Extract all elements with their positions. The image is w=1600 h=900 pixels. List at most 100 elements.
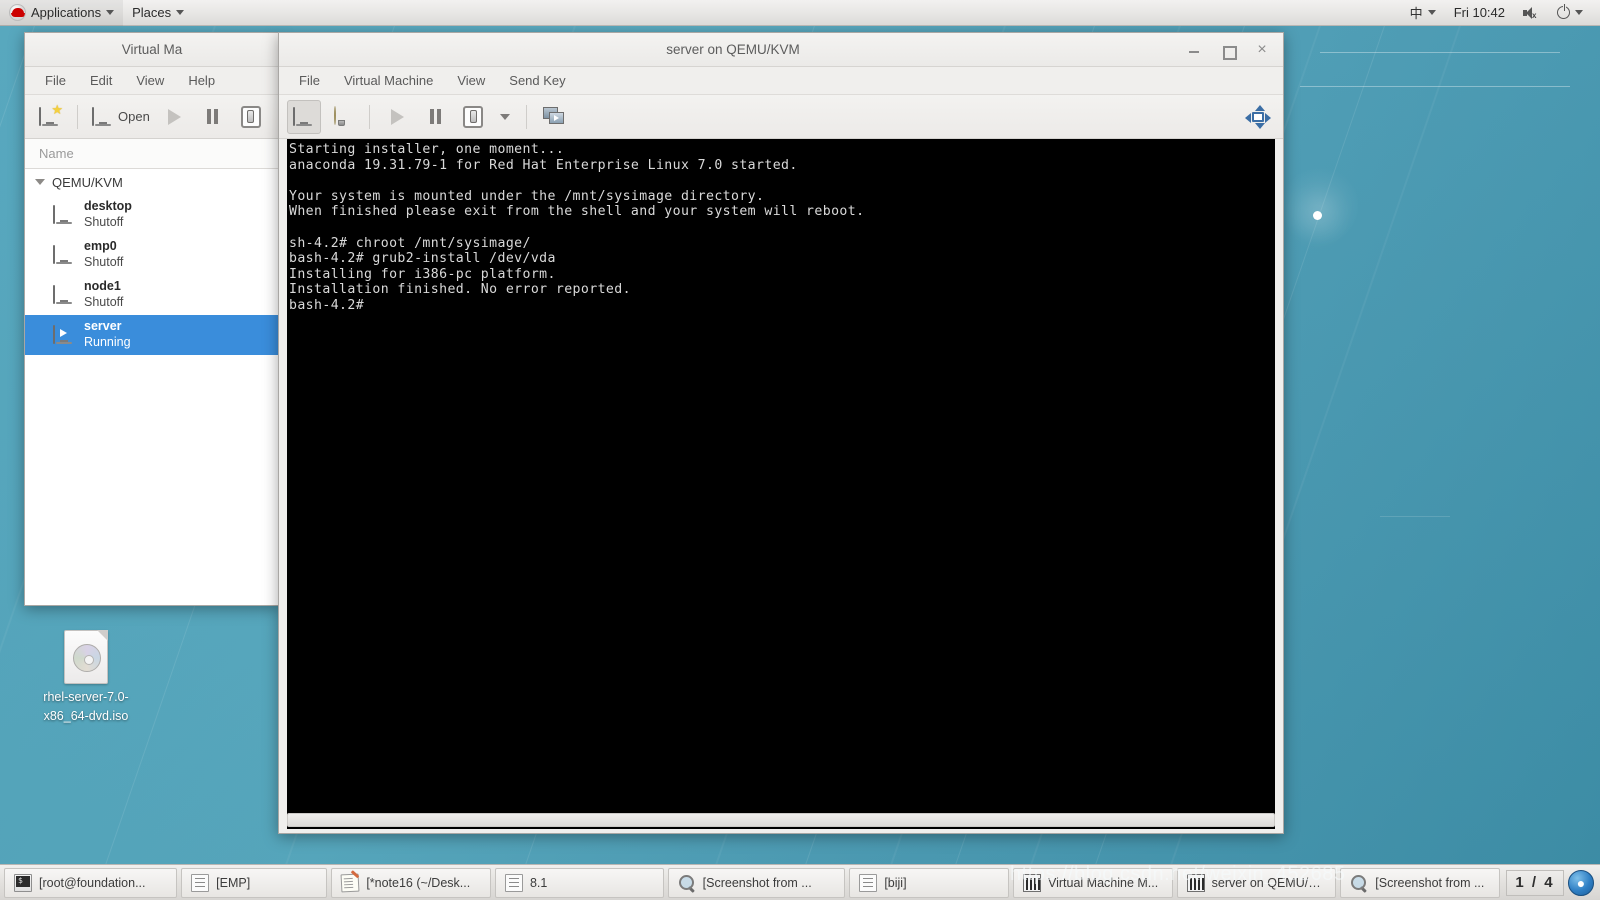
system-menu[interactable] xyxy=(1548,0,1592,26)
tray-blue-circle-icon[interactable]: ● xyxy=(1567,869,1594,896)
toolbar-divider xyxy=(77,104,78,129)
workspace-switcher[interactable]: 1 / 4 xyxy=(1505,869,1564,896)
vmm-window-title: Virtual Ma xyxy=(121,42,183,57)
snapshots-icon xyxy=(543,106,565,127)
vm-state: Shutoff xyxy=(84,255,124,269)
toolbar-divider xyxy=(369,104,370,129)
screenshot-icon xyxy=(678,874,696,892)
run-button[interactable] xyxy=(380,100,414,134)
taskbar: [root@foundation... [EMP] [*note16 (~/De… xyxy=(0,864,1600,900)
vm-list-item-node1[interactable]: node1 Shutoff xyxy=(25,275,279,315)
viewer-toolbar xyxy=(279,95,1283,139)
toolbar-divider xyxy=(526,104,527,129)
pause-icon xyxy=(429,109,441,124)
vm-monitor-icon xyxy=(53,205,75,224)
shutdown-icon xyxy=(463,105,483,128)
new-vm-icon: ★ xyxy=(39,103,63,126)
taskbar-item-server-viewer[interactable]: server on QEMU/K... xyxy=(1176,867,1337,898)
vmm-shutdown-button[interactable] xyxy=(234,100,268,134)
open-vm-button[interactable]: Open xyxy=(88,100,154,134)
taskbar-item-note16[interactable]: [*note16 (~/Desk... xyxy=(331,867,491,898)
vmm-menu-file[interactable]: File xyxy=(33,67,78,95)
viewer-menu-virtual-machine[interactable]: Virtual Machine xyxy=(332,67,445,95)
vmm-toolbar: ★ Open xyxy=(25,95,279,139)
taskbar-item-emp[interactable]: [EMP] xyxy=(181,867,328,898)
applications-menu[interactable]: Applications xyxy=(0,0,124,26)
resize-to-vm-button[interactable] xyxy=(1241,100,1275,134)
vm-state: Shutoff xyxy=(84,215,124,229)
vm-list-item-server[interactable]: server Running xyxy=(25,315,279,355)
console-monitor-icon xyxy=(293,106,315,126)
input-method-label: 中 xyxy=(1409,6,1423,21)
chevron-down-icon xyxy=(106,10,115,15)
clock[interactable]: Fri 10:42 xyxy=(1445,0,1514,26)
vm-name: node1 xyxy=(84,279,121,294)
vm-console-display[interactable]: Starting installer, one moment... anacon… xyxy=(287,139,1275,829)
taskbar-item-label: [biji] xyxy=(884,875,907,890)
places-menu[interactable]: Places xyxy=(123,0,193,26)
document-icon xyxy=(504,873,523,892)
maximize-button[interactable] xyxy=(1221,43,1237,60)
taskbar-item-terminal[interactable]: [root@foundation... xyxy=(4,867,178,898)
vm-list-item-desktop[interactable]: desktop Shutoff xyxy=(25,195,279,235)
places-menu-label: Places xyxy=(132,5,172,20)
vm-list-name-column-label: Name xyxy=(39,146,74,161)
viewer-menu-send-key[interactable]: Send Key xyxy=(497,67,577,95)
taskbar-item-label: Virtual Machine M... xyxy=(1047,875,1159,890)
disc-glyph xyxy=(73,644,101,672)
taskbar-item-label: [Screenshot from ... xyxy=(1375,875,1485,890)
workspace-label: 1 / 4 xyxy=(1515,874,1555,891)
vmm-menu-view[interactable]: View xyxy=(124,67,176,95)
taskbar-item-vmm[interactable]: Virtual Machine M... xyxy=(1012,867,1173,898)
pause-button[interactable] xyxy=(418,100,452,134)
vmm-menubar: File Edit View Help xyxy=(25,67,279,95)
connection-row-qemu-kvm[interactable]: QEMU/KVM xyxy=(25,169,279,195)
vm-list-item-emp0[interactable]: emp0 Shutoff xyxy=(25,235,279,275)
taskbar-item-label: [EMP] xyxy=(216,875,251,890)
taskbar-item-label: 8.1 xyxy=(529,875,548,890)
viewer-titlebar[interactable]: server on QEMU/KVM × xyxy=(279,33,1283,67)
vmm-titlebar[interactable]: Virtual Ma xyxy=(25,33,279,67)
volume-indicator[interactable]: x xyxy=(1514,0,1548,26)
resize-to-vm-icon xyxy=(1245,104,1271,129)
viewer-menu-file[interactable]: File xyxy=(287,67,332,95)
vmm-run-button[interactable] xyxy=(158,100,192,134)
details-lightbulb-icon xyxy=(334,105,350,127)
taskbar-item-screenshot-2[interactable]: [Screenshot from ... xyxy=(1340,867,1500,898)
taskbar-item-biji[interactable]: [biji] xyxy=(849,867,1009,898)
viewer-menu-view[interactable]: View xyxy=(445,67,497,95)
vmm-menu-help[interactable]: Help xyxy=(176,67,227,95)
vm-list: QEMU/KVM desktop Shutoff emp0 Shutoff no… xyxy=(25,169,279,605)
chevron-down-icon xyxy=(1575,10,1583,15)
vmm-pause-button[interactable] xyxy=(196,100,230,134)
taskbar-item-screenshot-1[interactable]: [Screenshot from ... xyxy=(667,867,846,898)
vm-monitor-icon xyxy=(53,245,75,264)
console-horizontal-scrollbar[interactable] xyxy=(287,813,1275,827)
desktop-icon-iso[interactable]: rhel-server-7.0-x86_64-dvd.iso xyxy=(32,630,140,727)
run-icon xyxy=(168,108,182,125)
scrollbar-thumb[interactable] xyxy=(288,814,1274,826)
input-method-indicator[interactable]: 中 xyxy=(1401,0,1445,26)
vmm-menu-edit[interactable]: Edit xyxy=(78,67,124,95)
vm-name: emp0 xyxy=(84,239,117,254)
show-console-button[interactable] xyxy=(287,99,321,134)
shutdown-button[interactable] xyxy=(456,100,490,134)
minimize-button[interactable] xyxy=(1187,43,1201,57)
taskbar-item-label: [*note16 (~/Desk... xyxy=(366,875,471,890)
console-output-text: Starting installer, one moment... anacon… xyxy=(289,142,865,313)
desktop-screen: Applications Places 中 Fri 10:42 x rhel-s… xyxy=(0,0,1600,900)
new-vm-button[interactable]: ★ xyxy=(33,100,67,134)
taskbar-item-label: server on QEMU/K... xyxy=(1211,875,1327,890)
chevron-down-icon xyxy=(500,113,510,120)
close-button[interactable]: × xyxy=(1255,41,1269,57)
power-icon xyxy=(1557,4,1570,19)
clock-label: Fri 10:42 xyxy=(1453,5,1505,20)
snapshots-button[interactable] xyxy=(537,100,571,134)
viewer-menubar: File Virtual Machine View Send Key xyxy=(279,67,1283,95)
shutdown-options-button[interactable] xyxy=(494,100,516,134)
show-details-button[interactable] xyxy=(325,100,359,134)
chevron-down-icon[interactable] xyxy=(35,179,45,185)
taskbar-item-8-1[interactable]: 8.1 xyxy=(494,867,664,898)
redhat-logo-icon xyxy=(9,4,26,21)
vmm-icon xyxy=(1186,873,1205,892)
